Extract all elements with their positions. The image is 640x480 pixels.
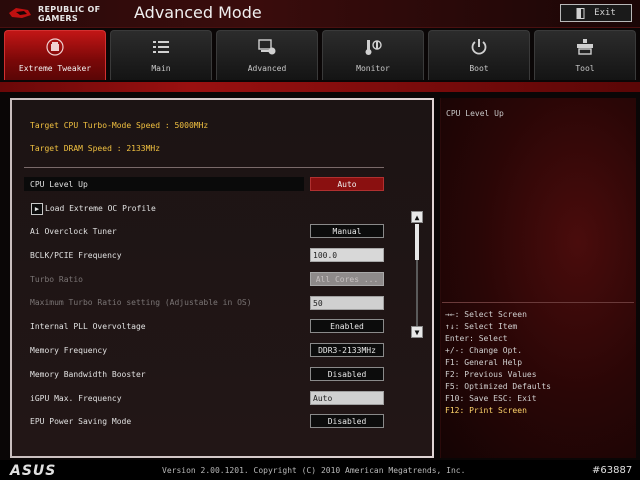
tab-label: Advanced <box>247 64 287 73</box>
scroll-down-button[interactable]: ▼ <box>411 326 423 338</box>
help-key-line: F10: Save ESC: Exit <box>445 394 537 403</box>
help-key-line: +/-: Change Opt. <box>445 346 523 355</box>
epu-power-saving-mode-label: EPU Power Saving Mode <box>30 417 132 426</box>
internal-pll-overvoltage-select[interactable]: Enabled <box>310 319 384 333</box>
memory-frequency-label: Memory Frequency <box>30 346 108 355</box>
monitor-icon <box>365 40 382 55</box>
max-turbo-ratio-input[interactable]: 50 <box>310 296 384 310</box>
asus-logo: ASUS <box>10 463 57 479</box>
help-key-line: Enter: Select <box>445 334 508 343</box>
help-key-line: F2: Previous Values <box>445 370 537 379</box>
tab-advanced[interactable]: Advanced <box>216 30 318 80</box>
tab-label: Tool <box>575 64 595 73</box>
turbo-ratio-select: All Cores ... <box>310 272 384 286</box>
ai-overclock-tuner-label: Ai Overclock Tuner <box>30 227 117 236</box>
tab-band <box>0 82 640 92</box>
tweaker-icon <box>46 38 64 56</box>
exit-door-icon <box>576 7 585 19</box>
tab-extreme-tweaker[interactable]: Extreme Tweaker <box>4 30 106 80</box>
advanced-icon <box>258 39 276 55</box>
list-icon <box>153 41 169 53</box>
bclk-pcie-frequency-input[interactable]: 100.0 <box>310 248 384 262</box>
exit-button[interactable]: Exit <box>560 4 632 22</box>
tab-label: Extreme Tweaker <box>18 64 92 73</box>
version-copyright: Version 2.00.1201. Copyright (C) 2010 Am… <box>162 466 466 475</box>
divider <box>442 302 634 303</box>
epu-power-saving-mode-select[interactable]: Disabled <box>310 414 384 428</box>
cpu-level-up-select[interactable]: Auto <box>310 177 384 191</box>
help-panel <box>440 98 636 458</box>
power-icon <box>471 39 487 55</box>
target-cpu-turbo-speed: Target CPU Turbo-Mode Speed : 5000MHz <box>30 121 209 130</box>
rog-logo: REPUBLIC OF GAMERS <box>8 3 118 25</box>
exit-label: Exit <box>594 8 616 18</box>
cpu-level-up-label[interactable]: CPU Level Up <box>30 180 88 189</box>
help-key-line: →←: Select Screen <box>445 310 527 319</box>
internal-pll-overvoltage-label: Internal PLL Overvoltage <box>30 322 146 331</box>
tool-icon <box>577 39 593 55</box>
brand-line-1: REPUBLIC OF <box>38 5 101 14</box>
target-dram-speed: Target DRAM Speed : 2133MHz <box>30 144 161 153</box>
help-title: CPU Level Up <box>446 109 504 118</box>
max-turbo-ratio-label: Maximum Turbo Ratio setting (Adjustable … <box>30 298 252 307</box>
turbo-ratio-label: Turbo Ratio <box>30 275 83 284</box>
help-key-line: F1: General Help <box>445 358 523 367</box>
scroll-up-button[interactable]: ▲ <box>411 211 423 223</box>
bclk-pcie-frequency-label: BCLK/PCIE Frequency <box>30 251 122 260</box>
help-key-line: ↑↓: Select Item <box>445 322 518 331</box>
brand-line-2: GAMERS <box>38 14 78 23</box>
memory-bandwidth-booster-select[interactable]: Disabled <box>310 367 384 381</box>
tab-label: Main <box>151 64 171 73</box>
load-extreme-oc-profile-item[interactable]: Load Extreme OC Profile <box>45 204 156 213</box>
image-number: #63887 <box>592 465 633 476</box>
tab-label: Boot <box>469 64 489 73</box>
rog-eye-icon <box>9 8 31 18</box>
igpu-max-frequency-input[interactable]: Auto <box>310 391 384 405</box>
tab-main[interactable]: Main <box>110 30 212 80</box>
tab-monitor[interactable]: Monitor <box>322 30 424 80</box>
page-title: Advanced Mode <box>134 3 262 22</box>
submenu-arrow-icon[interactable]: ▶ <box>31 203 43 215</box>
memory-frequency-select[interactable]: DDR3-2133MHz <box>310 343 384 357</box>
divider <box>24 167 384 168</box>
main-tabs: Extreme Tweaker Main Advanced Monitor Bo… <box>0 30 640 82</box>
help-key-line-print-screen: F12: Print Screen <box>445 406 527 415</box>
igpu-max-frequency-label: iGPU Max. Frequency <box>30 394 122 403</box>
scrollbar-thumb[interactable] <box>415 224 419 260</box>
tab-tool[interactable]: Tool <box>534 30 636 80</box>
ai-overclock-tuner-select[interactable]: Manual <box>310 224 384 238</box>
help-key-line: F5: Optimized Defaults <box>445 382 551 391</box>
tab-boot[interactable]: Boot <box>428 30 530 80</box>
tab-label: Monitor <box>356 64 390 73</box>
memory-bandwidth-booster-label: Memory Bandwidth Booster <box>30 370 146 379</box>
